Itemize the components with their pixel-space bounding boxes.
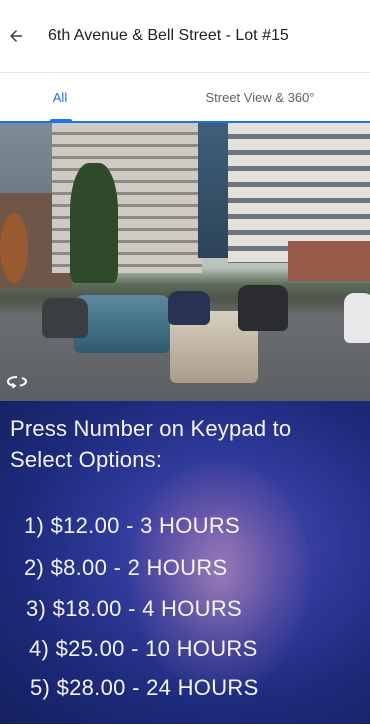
rate-option-4: 4) $25.00 - 10 HOURS	[29, 636, 258, 661]
page-title: 6th Avenue & Bell Street - Lot #15	[48, 27, 289, 44]
rate-option-1: 1) $12.00 - 3 HOURS	[24, 513, 241, 538]
car-teal	[74, 295, 170, 353]
street-view-photo[interactable]	[0, 121, 370, 401]
building-glass	[198, 123, 232, 258]
tab-street-view-360[interactable]: Street View & 360°	[120, 73, 370, 121]
tab-bar: All Street View & 360°	[0, 72, 370, 122]
back-button[interactable]	[2, 22, 30, 50]
building-low-brick	[288, 241, 370, 281]
rate-option-5: 5) $28.00 - 24 HOURS	[30, 675, 259, 700]
keypad-photo[interactable]: Press Number on Keypad to Select Options…	[0, 401, 370, 724]
rotate-360-icon[interactable]	[6, 374, 28, 393]
car-navy	[168, 291, 210, 325]
tab-all[interactable]: All	[0, 73, 120, 122]
rate-option-2: 2) $8.00 - 2 HOURS	[24, 555, 228, 580]
tree	[70, 163, 118, 283]
tree-autumn	[0, 213, 28, 283]
top-app-bar: 6th Avenue & Bell Street - Lot #15	[0, 0, 370, 72]
rate-option-3: 3) $18.00 - 4 HOURS	[26, 596, 243, 621]
arrow-back-icon	[10, 30, 22, 42]
car-white	[344, 293, 370, 343]
photo-gallery: Press Number on Keypad to Select Options…	[0, 121, 370, 724]
keypad-prompt: Press Number on Keypad to Select Options…	[10, 416, 292, 472]
car-dark	[42, 298, 88, 338]
car-black	[238, 285, 288, 331]
